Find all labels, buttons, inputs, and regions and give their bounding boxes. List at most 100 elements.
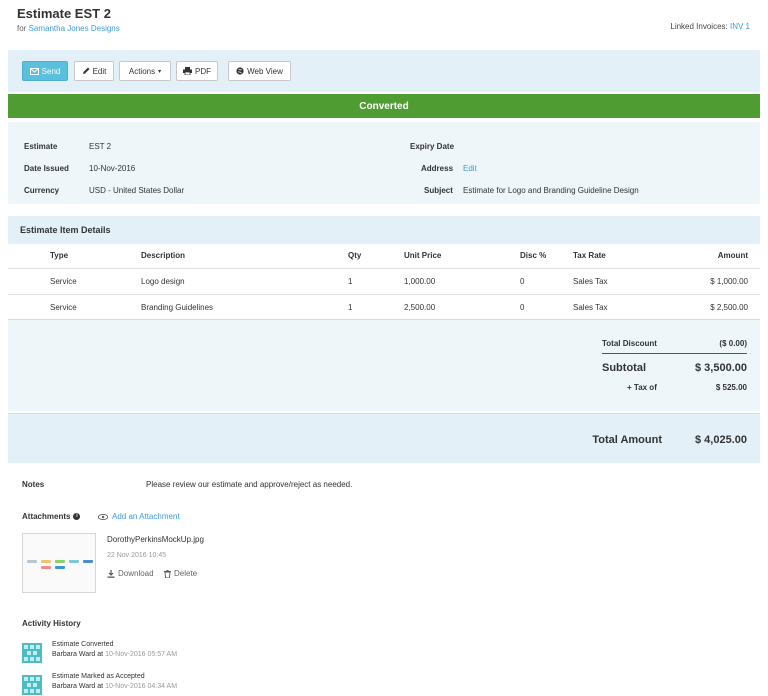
total-amount-row: Total Amount $ 4,025.00: [592, 434, 747, 446]
envelope-icon: [29, 67, 39, 75]
total-discount-row: Total Discount ($ 0.00): [602, 339, 747, 348]
table-row: Service Logo design 1 1,000.00 0 Sales T…: [8, 268, 760, 295]
column-header-type: Type: [8, 244, 141, 269]
avatar: [22, 675, 42, 695]
cell-qty: 1: [348, 294, 404, 321]
cell-disc: 0: [520, 294, 561, 321]
subject-value: Estimate for Logo and Branding Guideline…: [463, 186, 639, 195]
cell-tax-rate: Sales Tax: [561, 294, 671, 321]
client-link[interactable]: Samantha Jones Designs: [29, 24, 120, 33]
cell-unit-price: 1,000.00: [404, 268, 520, 295]
notes-text: Please review our estimate and approve/r…: [146, 480, 353, 489]
subtotal-value: $ 3,500.00: [695, 362, 747, 374]
tax-value: $ 525.00: [715, 383, 747, 392]
for-label: for: [17, 24, 27, 33]
activity-time: 10-Nov-2016 05:57 AM: [105, 651, 178, 658]
activity-item: Estimate Converted Barbara Ward at 10-No…: [22, 641, 422, 665]
estimate-value: EST 2: [89, 142, 112, 151]
download-icon: [107, 569, 115, 578]
trash-icon: [164, 569, 171, 578]
cell-description: Logo design: [141, 268, 348, 295]
info-icon[interactable]: i: [73, 513, 81, 520]
column-header-qty: Qty: [348, 244, 404, 269]
address-value: Edit: [463, 164, 477, 173]
cell-description: Branding Guidelines: [141, 294, 348, 321]
column-header-disc: Disc %: [520, 244, 561, 269]
client-line: for Samantha Jones Designs: [17, 24, 120, 33]
web-view-label: Web View: [247, 66, 283, 76]
cell-tax-rate: Sales Tax: [561, 268, 671, 295]
expiry-date-label: Expiry Date: [410, 142, 455, 151]
attachments-heading: Attachments i: [22, 512, 81, 521]
table-row: Service Branding Guidelines 1 2,500.00 0…: [8, 294, 760, 321]
edit-label: Edit: [92, 66, 107, 76]
activity-user: Barbara Ward at: [52, 683, 104, 690]
column-header-amount: Amount: [671, 244, 760, 269]
activity-item: Estimate Marked as Accepted Barbara Ward…: [22, 673, 422, 696]
add-attachment-link[interactable]: Add an Attachment: [98, 512, 180, 521]
subject-label: Subject: [424, 186, 453, 195]
column-header-description: Description: [141, 244, 348, 269]
activity-history-label: Activity History: [22, 619, 81, 628]
currency-value: USD - United States Dollar: [89, 186, 185, 195]
activity-meta: Barbara Ward at 10-Nov-2016 04:34 AM: [52, 683, 177, 690]
page-header: Estimate EST 2 for Samantha Jones Design…: [17, 6, 120, 33]
pdf-label: PDF: [195, 66, 211, 76]
activity-meta: Barbara Ward at 10-Nov-2016 05:57 AM: [52, 651, 177, 658]
cell-unit-price: 2,500.00: [404, 294, 520, 321]
totals-panel: Total Discount ($ 0.00) Subtotal $ 3,500…: [8, 319, 760, 411]
actions-button[interactable]: Actions ▾: [119, 61, 171, 81]
add-attachment-label: Add an Attachment: [112, 512, 180, 521]
linked-invoices-label: Linked Invoices:: [670, 22, 728, 31]
attachments-label: Attachments: [22, 512, 71, 521]
tax-row: + Tax of $ 525.00: [602, 383, 747, 392]
total-amount-value: $ 4,025.00: [695, 434, 747, 446]
total-discount-label: Total Discount: [602, 339, 657, 348]
column-header-tax-rate: Tax Rate: [561, 244, 671, 269]
subtotal-label: Subtotal: [602, 362, 646, 374]
cell-amount: $ 2,500.00: [671, 294, 760, 321]
attachment-filename[interactable]: DorothyPerkinsMockUp.jpg: [107, 535, 204, 544]
column-header-unit-price: Unit Price: [404, 244, 520, 269]
toolbar: Send Edit Actions ▾ PDF Web View: [8, 50, 760, 92]
address-label: Address: [421, 164, 454, 173]
pencil-icon: [82, 67, 90, 74]
address-edit-link[interactable]: Edit: [463, 164, 477, 173]
estimate-info-panel: Estimate EST 2 Date Issued 10-Nov-2016 C…: [8, 122, 760, 204]
linked-invoice-link[interactable]: INV 1: [730, 22, 750, 31]
activity-title: Estimate Converted: [52, 641, 114, 648]
items-section-title: Estimate Item Details: [8, 216, 760, 244]
activity-time: 10-Nov-2016 04:34 AM: [105, 683, 178, 690]
items-header-row: Type Description Qty Unit Price Disc % T…: [8, 244, 760, 269]
edit-button[interactable]: Edit: [74, 61, 114, 81]
total-amount-panel: Total Amount $ 4,025.00: [8, 413, 760, 463]
caret-down-icon: ▾: [158, 68, 162, 75]
total-discount-value: ($ 0.00): [719, 339, 747, 348]
activity-user: Barbara Ward at: [52, 651, 104, 658]
download-link[interactable]: Download: [107, 569, 154, 578]
estimate-items-section: Estimate Item Details Type Description Q…: [8, 216, 760, 321]
currency-label: Currency: [24, 186, 60, 195]
cell-qty: 1: [348, 268, 404, 295]
delete-link[interactable]: Delete: [164, 569, 197, 578]
activity-title: Estimate Marked as Accepted: [52, 673, 145, 680]
estimate-label: Estimate: [24, 142, 58, 151]
page-title: Estimate EST 2: [17, 6, 111, 21]
subtotal-row: Subtotal $ 3,500.00: [602, 362, 747, 374]
web-view-button[interactable]: Web View: [228, 61, 291, 81]
actions-label: Actions: [128, 66, 156, 76]
items-table: Type Description Qty Unit Price Disc % T…: [8, 244, 760, 321]
send-button[interactable]: Send: [22, 61, 68, 81]
total-amount-label: Total Amount: [592, 434, 662, 446]
cell-type: Service: [8, 268, 141, 295]
attachment-thumbnail[interactable]: [22, 533, 96, 593]
send-label: Send: [41, 66, 61, 76]
globe-icon: [236, 67, 244, 75]
linked-invoices: Linked Invoices: INV 1: [670, 22, 750, 31]
tax-label: + Tax of: [627, 383, 657, 392]
eye-icon: [98, 513, 108, 520]
printer-icon: [183, 67, 192, 75]
pdf-button[interactable]: PDF: [176, 61, 218, 81]
delete-label: Delete: [174, 569, 198, 578]
date-issued-label: Date Issued: [24, 164, 69, 173]
